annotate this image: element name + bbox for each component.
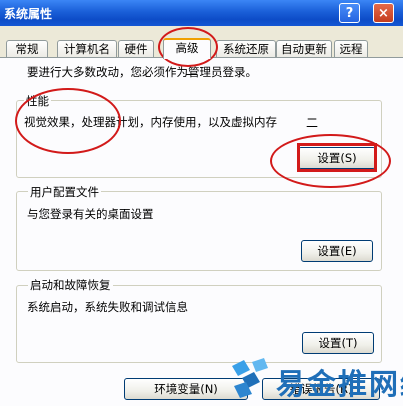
tab-general[interactable]: 常规 xyxy=(6,40,48,57)
annotation-oval-performance xyxy=(15,88,121,154)
user-profiles-settings-button[interactable]: 设置(E) xyxy=(301,240,373,262)
watermark-text: 易金推网络 xyxy=(276,367,403,401)
startup-recovery-description: 系统启动，系统失败和调试信息 xyxy=(27,300,188,314)
tab-automatic-updates[interactable]: 自动更新 xyxy=(276,40,332,57)
startup-recovery-settings-button[interactable]: 设置(T) xyxy=(302,332,374,354)
tab-hardware[interactable]: 硬件 xyxy=(118,40,154,57)
tab-advanced[interactable]: 高级 xyxy=(163,38,211,59)
watermark-logo-icon xyxy=(232,358,268,398)
watermark: 易金推网络 xyxy=(228,356,403,402)
user-profiles-title: 用户配置文件 xyxy=(28,184,101,200)
tab-system-restore[interactable]: 系统还原 xyxy=(216,40,276,57)
admin-notice: 要进行大多数改动，您必须作为管理员登录。 xyxy=(27,65,257,79)
tab-remote[interactable]: 远程 xyxy=(334,40,368,57)
close-button[interactable]: × xyxy=(373,3,394,23)
tab-computer-name[interactable]: 计算机名 xyxy=(57,40,117,57)
annotation-box-settings xyxy=(297,143,377,172)
title-bar[interactable]: 系统属性 ? × xyxy=(0,0,403,26)
help-button[interactable]: ? xyxy=(339,3,360,23)
tab-strip: 常规 计算机名 硬件 高级 系统还原 自动更新 远程 xyxy=(0,38,403,59)
window-title: 系统属性 xyxy=(4,7,53,21)
annotation-mark-one: 一 xyxy=(186,68,199,82)
annotation-mark-two: 二 xyxy=(306,116,319,130)
user-profiles-description: 与您登录有关的桌面设置 xyxy=(27,207,154,221)
system-properties-window: 系统属性 ? × 常规 计算机名 硬件 高级 系统还原 自动更新 远程 要进行大… xyxy=(0,0,403,406)
startup-recovery-title: 启动和故障恢复 xyxy=(28,277,113,293)
